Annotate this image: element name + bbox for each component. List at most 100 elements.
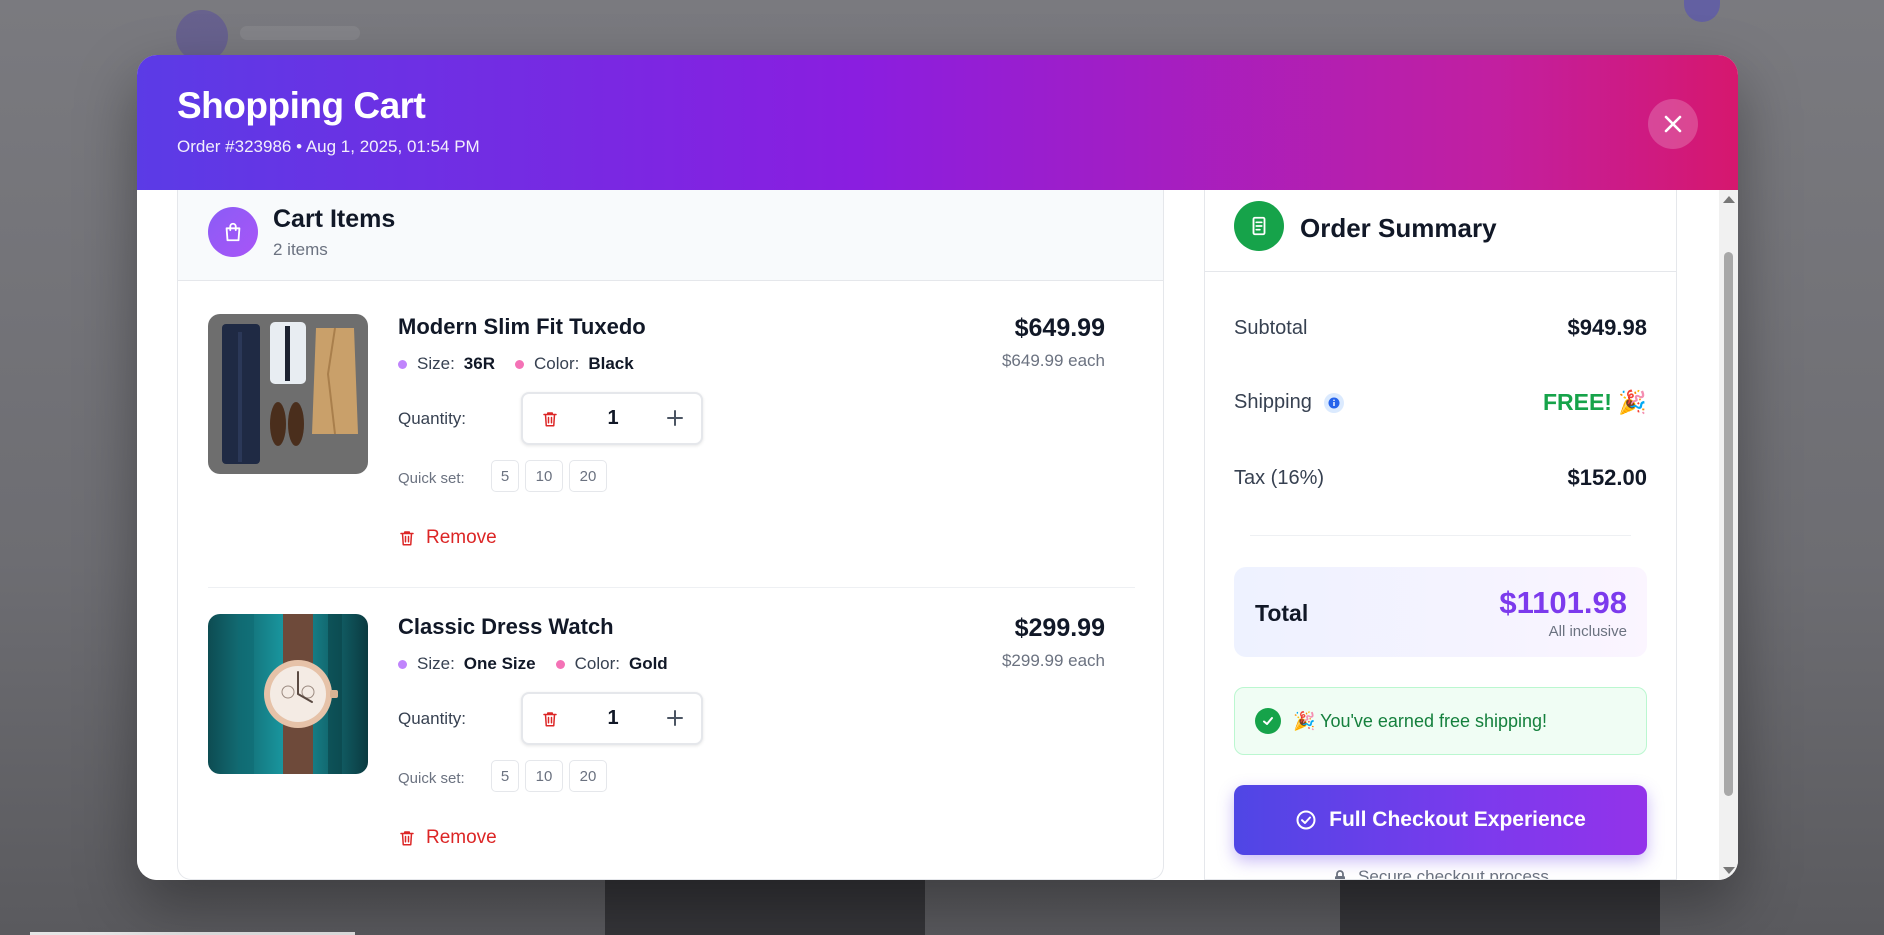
subtotal-row: Subtotal $949.98: [1234, 315, 1647, 341]
cart-items-title: Cart Items: [273, 205, 396, 233]
order-summary-header: Order Summary: [1205, 190, 1676, 272]
quantity-value[interactable]: 1: [593, 707, 633, 730]
cart-items-header: Cart Items 2 items: [178, 190, 1163, 281]
trash-icon: [543, 412, 557, 427]
scroll-down-arrow[interactable]: [1723, 867, 1735, 874]
order-info: Order #323986 • Aug 1, 2025, 01:54 PM: [177, 137, 480, 156]
remove-label: Remove: [426, 527, 497, 548]
total-value: $1101.98: [1499, 585, 1627, 620]
color-value: Black: [588, 354, 634, 373]
size-dot: [398, 659, 407, 669]
increase-quantity-button[interactable]: [663, 706, 687, 730]
lock-icon: [1335, 870, 1346, 879]
check-circle-icon: [1255, 708, 1281, 734]
background-product-image: [605, 880, 925, 935]
summary-divider: [1250, 535, 1631, 536]
quick-set-20-button[interactable]: 20: [569, 760, 607, 792]
cart-item-count: 2 items: [273, 240, 328, 259]
remove-item-button[interactable]: Remove: [398, 827, 497, 849]
shipping-row: Shipping FREE! 🎉: [1234, 389, 1647, 416]
color-dot: [514, 359, 524, 369]
decrease-quantity-button[interactable]: [538, 407, 562, 431]
quantity-stepper: 1: [521, 392, 703, 445]
color-dot: [555, 659, 565, 669]
quantity-label: Quantity:: [398, 409, 467, 428]
size-dot: [398, 359, 407, 369]
free-shipping-text: 🎉 You've earned free shipping!: [1293, 710, 1548, 731]
quick-set-10-button[interactable]: 10: [525, 460, 563, 492]
size-label: Size:: [417, 354, 455, 373]
trash-icon: [543, 712, 557, 727]
modal-scrollbar[interactable]: [1719, 190, 1738, 880]
product-name: Classic Dress Watch: [398, 614, 614, 639]
product-name: Modern Slim Fit Tuxedo: [398, 314, 646, 339]
tax-value: $152.00: [1567, 465, 1647, 490]
quick-set-10-button[interactable]: 10: [525, 760, 563, 792]
background-avatar: [1684, 0, 1720, 22]
quick-set-5-button[interactable]: 5: [491, 460, 519, 492]
trash-icon: [400, 831, 414, 846]
shipping-label: Shipping: [1234, 391, 1312, 413]
free-shipping-notice: 🎉 You've earned free shipping!: [1234, 687, 1647, 755]
modal-title: Shopping Cart: [177, 85, 426, 126]
product-attributes: Size: One Size Color: Gold: [398, 654, 688, 674]
info-icon[interactable]: [1323, 392, 1344, 413]
plus-icon: [667, 710, 683, 726]
shopping-bag-icon: [208, 207, 258, 257]
size-value: One Size: [463, 654, 536, 673]
order-summary-panel: Order Summary Subtotal $949.98 Shipping …: [1204, 190, 1677, 880]
shopping-cart-modal: Shopping Cart Order #323986 • Aug 1, 202…: [137, 55, 1738, 880]
shipping-value: FREE! 🎉: [1542, 389, 1647, 415]
quantity-value[interactable]: 1: [593, 407, 633, 430]
subtotal-label: Subtotal: [1234, 316, 1308, 339]
item-unit-price: $299.99 each: [1001, 651, 1105, 670]
size-label: Size:: [417, 654, 455, 673]
cart-item: Classic Dress Watch Size: One Size Color…: [208, 614, 1135, 879]
color-label: Color:: [574, 654, 620, 673]
check-circle-icon: [1296, 810, 1316, 830]
plus-icon: [667, 410, 683, 426]
remove-item-button[interactable]: Remove: [398, 527, 497, 549]
color-value: Gold: [628, 654, 668, 673]
receipt-icon: [1234, 201, 1284, 251]
scroll-thumb[interactable]: [1724, 252, 1733, 796]
order-summary-title: Order Summary: [1300, 213, 1497, 243]
total-box: Total $1101.98 All inclusive: [1234, 567, 1647, 657]
product-image-watch: [208, 614, 368, 774]
tax-row: Tax (16%) $152.00: [1234, 465, 1647, 491]
size-value: 36R: [463, 354, 495, 373]
tax-label: Tax (16%): [1234, 466, 1325, 489]
trash-icon: [400, 531, 414, 546]
modal-body: Cart Items 2 items Modern Slim Fit Tuxed…: [137, 190, 1738, 880]
item-divider: [208, 587, 1135, 588]
scroll-up-arrow[interactable]: [1723, 196, 1735, 203]
secure-checkout-note: Secure checkout process: [1205, 867, 1676, 880]
background-product-image: [1340, 880, 1660, 935]
item-total-price: $299.99: [1014, 614, 1105, 642]
checkout-label: Full Checkout Experience: [1329, 808, 1586, 831]
product-attributes: Size: 36R Color: Black: [398, 354, 654, 374]
quantity-label: Quantity:: [398, 709, 467, 728]
increase-quantity-button[interactable]: [663, 406, 687, 430]
decrease-quantity-button[interactable]: [538, 707, 562, 731]
cart-items-panel: Cart Items 2 items Modern Slim Fit Tuxed…: [177, 190, 1164, 880]
item-unit-price: $649.99 each: [1001, 351, 1105, 370]
modal-header: Shopping Cart Order #323986 • Aug 1, 202…: [137, 55, 1738, 190]
full-checkout-button[interactable]: Full Checkout Experience: [1234, 785, 1647, 855]
cart-item: Modern Slim Fit Tuxedo Size: 36R Color: …: [208, 314, 1135, 614]
total-note: All inclusive: [1548, 623, 1627, 640]
close-button[interactable]: [1648, 99, 1698, 149]
item-total-price: $649.99: [1014, 314, 1105, 342]
quick-set-5-button[interactable]: 5: [491, 760, 519, 792]
total-label: Total: [1255, 600, 1309, 626]
subtotal-value: $949.98: [1567, 315, 1647, 340]
secure-text: Secure checkout process: [1358, 867, 1549, 880]
shipping-label-group: Shipping: [1234, 391, 1344, 414]
quick-set-20-button[interactable]: 20: [569, 460, 607, 492]
close-icon: [1664, 115, 1682, 133]
quantity-stepper: 1: [521, 692, 703, 745]
quick-set-label: Quick set:: [398, 470, 465, 487]
product-image-tuxedo: [208, 314, 368, 474]
background-brand-text: [240, 26, 360, 40]
remove-label: Remove: [426, 827, 497, 848]
